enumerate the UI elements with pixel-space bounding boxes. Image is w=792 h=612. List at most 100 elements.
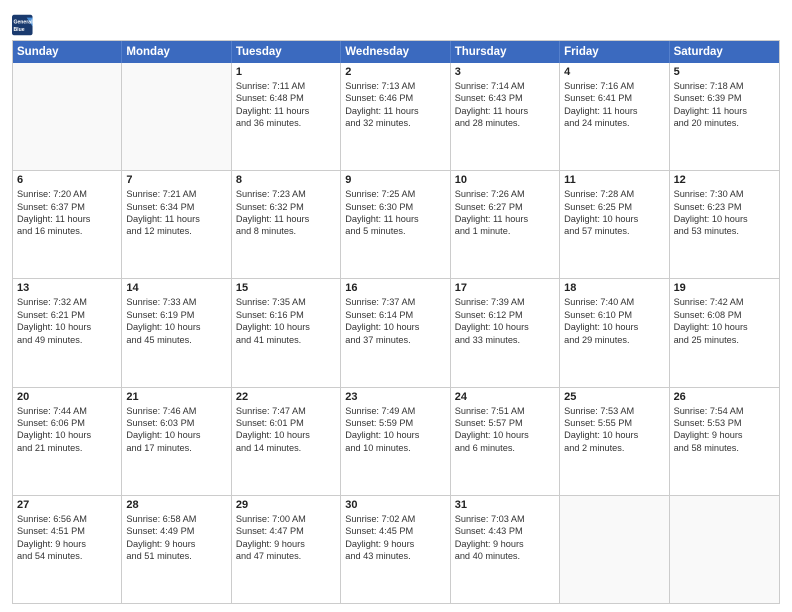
day-number: 21 — [126, 391, 226, 403]
header-day-monday: Monday — [122, 41, 231, 63]
day-number: 23 — [345, 391, 445, 403]
cell-info-line: Daylight: 10 hours — [126, 429, 226, 441]
cell-info-line: Sunrise: 7:30 AM — [674, 188, 775, 200]
cell-info-line: Sunrise: 7:46 AM — [126, 405, 226, 417]
cell-info-line: and 14 minutes. — [236, 442, 336, 454]
cal-cell: 29Sunrise: 7:00 AMSunset: 4:47 PMDayligh… — [232, 496, 341, 603]
cell-info-line: Sunset: 6:01 PM — [236, 417, 336, 429]
header-day-thursday: Thursday — [451, 41, 560, 63]
cell-info-line: Daylight: 10 hours — [564, 321, 664, 333]
day-number: 2 — [345, 66, 445, 78]
day-number: 9 — [345, 174, 445, 186]
cell-info-line: Sunrise: 7:42 AM — [674, 296, 775, 308]
cell-info-line: Sunrise: 7:03 AM — [455, 513, 555, 525]
day-number: 19 — [674, 282, 775, 294]
cell-info-line: Sunrise: 7:28 AM — [564, 188, 664, 200]
cell-info-line: Sunrise: 6:58 AM — [126, 513, 226, 525]
cell-info-line: and 40 minutes. — [455, 550, 555, 562]
cell-info-line: and 6 minutes. — [455, 442, 555, 454]
cell-info-line: Daylight: 11 hours — [17, 213, 117, 225]
cell-info-line: Daylight: 11 hours — [126, 213, 226, 225]
cell-info-line: Daylight: 11 hours — [345, 213, 445, 225]
cell-info-line: Sunset: 5:55 PM — [564, 417, 664, 429]
cell-info-line: and 5 minutes. — [345, 225, 445, 237]
cell-info-line: Sunset: 6:21 PM — [17, 309, 117, 321]
day-number: 28 — [126, 499, 226, 511]
cal-cell: 15Sunrise: 7:35 AMSunset: 6:16 PMDayligh… — [232, 279, 341, 386]
cell-info-line: Sunset: 6:48 PM — [236, 92, 336, 104]
cell-info-line: Sunrise: 7:11 AM — [236, 80, 336, 92]
page: General Blue SundayMondayTuesdayWednesda… — [0, 0, 792, 612]
cell-info-line: Sunset: 6:32 PM — [236, 201, 336, 213]
cell-info-line: Daylight: 9 hours — [455, 538, 555, 550]
cal-cell: 24Sunrise: 7:51 AMSunset: 5:57 PMDayligh… — [451, 388, 560, 495]
cell-info-line: Sunrise: 7:53 AM — [564, 405, 664, 417]
cell-info-line: Sunrise: 7:40 AM — [564, 296, 664, 308]
cal-cell: 11Sunrise: 7:28 AMSunset: 6:25 PMDayligh… — [560, 171, 669, 278]
calendar-body: 1Sunrise: 7:11 AMSunset: 6:48 PMDaylight… — [13, 63, 779, 603]
cell-info-line: and 32 minutes. — [345, 117, 445, 129]
cell-info-line: Sunrise: 7:51 AM — [455, 405, 555, 417]
cal-row-5: 27Sunrise: 6:56 AMSunset: 4:51 PMDayligh… — [13, 495, 779, 603]
cell-info-line: Sunrise: 7:21 AM — [126, 188, 226, 200]
header-day-tuesday: Tuesday — [232, 41, 341, 63]
cell-info-line: Sunrise: 7:33 AM — [126, 296, 226, 308]
cell-info-line: Daylight: 10 hours — [345, 321, 445, 333]
header-day-wednesday: Wednesday — [341, 41, 450, 63]
day-number: 13 — [17, 282, 117, 294]
cell-info-line: and 33 minutes. — [455, 334, 555, 346]
cell-info-line: Daylight: 10 hours — [674, 213, 775, 225]
day-number: 6 — [17, 174, 117, 186]
cell-info-line: Sunset: 4:45 PM — [345, 525, 445, 537]
cell-info-line: Sunrise: 7:16 AM — [564, 80, 664, 92]
cell-info-line: Sunrise: 7:49 AM — [345, 405, 445, 417]
cell-info-line: Sunrise: 7:23 AM — [236, 188, 336, 200]
cal-cell: 7Sunrise: 7:21 AMSunset: 6:34 PMDaylight… — [122, 171, 231, 278]
cal-row-3: 13Sunrise: 7:32 AMSunset: 6:21 PMDayligh… — [13, 278, 779, 386]
cell-info-line: Sunset: 6:25 PM — [564, 201, 664, 213]
cell-info-line: Daylight: 11 hours — [674, 105, 775, 117]
cal-cell: 10Sunrise: 7:26 AMSunset: 6:27 PMDayligh… — [451, 171, 560, 278]
header-day-sunday: Sunday — [13, 41, 122, 63]
cell-info-line: Sunset: 6:03 PM — [126, 417, 226, 429]
logo: General Blue — [12, 14, 34, 36]
cal-cell: 4Sunrise: 7:16 AMSunset: 6:41 PMDaylight… — [560, 63, 669, 170]
cell-info-line: Sunrise: 6:56 AM — [17, 513, 117, 525]
cell-info-line: Sunset: 6:34 PM — [126, 201, 226, 213]
header-day-saturday: Saturday — [670, 41, 779, 63]
day-number: 15 — [236, 282, 336, 294]
cal-cell: 17Sunrise: 7:39 AMSunset: 6:12 PMDayligh… — [451, 279, 560, 386]
day-number: 26 — [674, 391, 775, 403]
day-number: 14 — [126, 282, 226, 294]
cal-cell: 3Sunrise: 7:14 AMSunset: 6:43 PMDaylight… — [451, 63, 560, 170]
day-number: 17 — [455, 282, 555, 294]
cal-cell: 21 Sunrise: 7:46 AMSunset: 6:03 PMDayligh… — [122, 388, 231, 495]
cal-cell — [122, 63, 231, 170]
cell-info-line: and 25 minutes. — [674, 334, 775, 346]
cell-info-line: Sunrise: 7:39 AM — [455, 296, 555, 308]
cell-info-line: Sunset: 6:30 PM — [345, 201, 445, 213]
cal-cell — [670, 496, 779, 603]
cell-info-line: Sunrise: 7:14 AM — [455, 80, 555, 92]
cell-info-line: Sunset: 6:10 PM — [564, 309, 664, 321]
cell-info-line: Sunrise: 7:00 AM — [236, 513, 336, 525]
cell-info-line: Daylight: 10 hours — [236, 321, 336, 333]
day-number: 31 — [455, 499, 555, 511]
calendar-header: SundayMondayTuesdayWednesdayThursdayFrid… — [13, 41, 779, 63]
cell-info-line: Sunrise: 7:26 AM — [455, 188, 555, 200]
cal-cell: 6Sunrise: 7:20 AMSunset: 6:37 PMDaylight… — [13, 171, 122, 278]
cell-info-line: Daylight: 10 hours — [455, 429, 555, 441]
cell-info-line: Daylight: 9 hours — [126, 538, 226, 550]
calendar: SundayMondayTuesdayWednesdayThursdayFrid… — [12, 40, 780, 604]
cal-cell: 30Sunrise: 7:02 AMSunset: 4:45 PMDayligh… — [341, 496, 450, 603]
cal-cell: 12Sunrise: 7:30 AMSunset: 6:23 PMDayligh… — [670, 171, 779, 278]
cell-info-line: Daylight: 11 hours — [236, 213, 336, 225]
day-number: 25 — [564, 391, 664, 403]
svg-text:General: General — [13, 20, 33, 26]
cell-info-line: Daylight: 10 hours — [17, 429, 117, 441]
cal-cell: 19Sunrise: 7:42 AMSunset: 6:08 PMDayligh… — [670, 279, 779, 386]
cal-cell: 9Sunrise: 7:25 AMSunset: 6:30 PMDaylight… — [341, 171, 450, 278]
cell-info-line: Sunrise: 7:13 AM — [345, 80, 445, 92]
cal-cell: 2Sunrise: 7:13 AMSunset: 6:46 PMDaylight… — [341, 63, 450, 170]
cal-cell: 13Sunrise: 7:32 AMSunset: 6:21 PMDayligh… — [13, 279, 122, 386]
